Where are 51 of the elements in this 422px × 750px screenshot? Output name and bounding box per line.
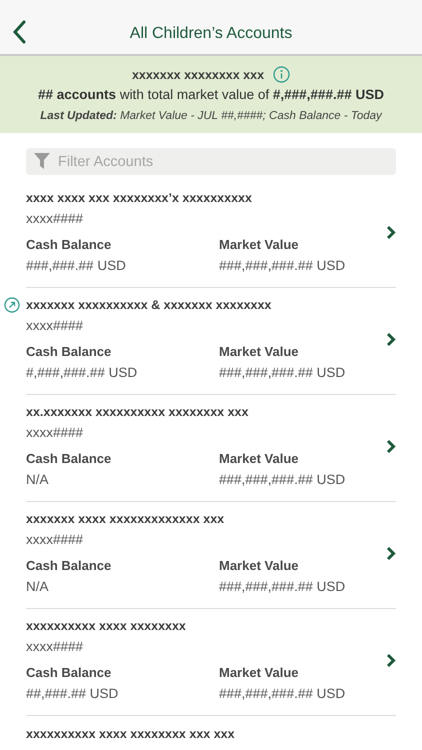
cash-balance-label: Cash Balance [26, 557, 112, 575]
filter-field[interactable]: Filter Accounts [26, 148, 396, 175]
account-row[interactable]: xx.xxxxxxx xxxxxxxxxx xxxxxxxx xxx xxxx#### Cash Balance Market Value N/A ###,###,###.## USD [26, 395, 396, 502]
market-value-value: ###,###,###.## USD [219, 578, 346, 596]
cash-balance-value: ##,###.## USD [26, 685, 120, 703]
account-number: xxxx#### [26, 317, 84, 335]
info-icon [273, 66, 290, 83]
account-number: xxxx#### [26, 638, 84, 656]
cash-balance-value: #,###,###.## USD [26, 364, 138, 382]
account-row[interactable]: xxxxxxx xxxxxxxxxx & xxxxxxx xxxxxxxx xxxx#### Cash Balance Market Value #,###,###.## USD ###,###,###.## USD [26, 288, 396, 395]
summary-title: xxxxxxx xxxxxxxx xxx [132, 68, 264, 82]
account-number: xxxx#### [26, 531, 84, 549]
cash-balance-value: ###,###.## USD [26, 257, 127, 275]
market-value-value: ###,###,###.## USD [219, 685, 346, 703]
account-name: xxxxxxxxxx xxxx xxxxxxxx xxx xxx [26, 727, 235, 741]
account-row[interactable]: xxxx xxxx xxx xxxxxxxx’x xxxxxxxxxx xxxx#### Cash Balance Market Value ###,###.## USD ###,###,###.## USD [26, 181, 396, 288]
market-value-label: Market Value [219, 664, 300, 682]
market-value-value: ###,###,###.## USD [219, 257, 346, 275]
cash-balance-value: N/A [26, 578, 50, 596]
account-name: xxxxxxx xxxx xxxxxxxxxxxxx xxx [26, 512, 224, 526]
account-number: xxxx#### [26, 210, 84, 228]
cash-balance-label: Cash Balance [26, 343, 112, 361]
cash-balance-label: Cash Balance [26, 236, 112, 254]
info-button[interactable] [273, 66, 290, 83]
market-value-value: ###,###,###.## USD [219, 364, 346, 382]
market-value-value: ###,###,###.## USD [219, 471, 346, 489]
market-value-label: Market Value [219, 236, 300, 254]
cash-balance-value: N/A [26, 471, 50, 489]
cash-balance-label: Cash Balance [26, 664, 112, 682]
account-row[interactable]: xxxxxxxxxx xxxx xxxxxxxx xxx xxx [26, 716, 396, 750]
filter-icon [34, 153, 50, 170]
account-name: xxxxxxxxxx xxxx xxxxxxxx [26, 619, 186, 633]
account-name: xxxx xxxx xxx xxxxxxxx’x xxxxxxxxxx [26, 191, 252, 205]
account-row[interactable]: xxxxxxx xxxx xxxxxxxxxxxxx xxx xxxx#### Cash Balance Market Value N/A ###,###,###.## USD [26, 502, 396, 609]
chevron-right-icon [386, 546, 396, 560]
last-updated-text: Last Updated: Market Value - JUL ##,####; Cash Balance - Today [40, 110, 382, 122]
chevron-right-icon [386, 332, 396, 346]
chevron-right-icon [386, 652, 396, 668]
back-icon [12, 20, 26, 44]
summary-totals: ## accounts with total market value of #,###,###.## USD [38, 87, 384, 102]
chevron-right-icon [386, 224, 396, 240]
account-name: xxxxxxx xxxxxxxxxx & xxxxxxx xxxxxxxx [26, 298, 272, 312]
market-value-label: Market Value [219, 557, 300, 575]
screen-title: All Children’s Accounts [130, 25, 292, 43]
market-value-label: Market Value [219, 450, 300, 468]
account-number: xxxx#### [26, 424, 84, 442]
chevron-right-icon [386, 438, 396, 454]
cash-balance-label: Cash Balance [26, 450, 112, 468]
account-name: xx.xxxxxxx xxxxxxxxxx xxxxxxxx xxx [26, 405, 248, 419]
account-row[interactable]: xxxxxxxxxx xxxx xxxxxxxx xxxx#### Cash Balance Market Value ##,###.## USD ###,###,###.## USD [26, 609, 396, 716]
market-value-label: Market Value [219, 343, 300, 361]
